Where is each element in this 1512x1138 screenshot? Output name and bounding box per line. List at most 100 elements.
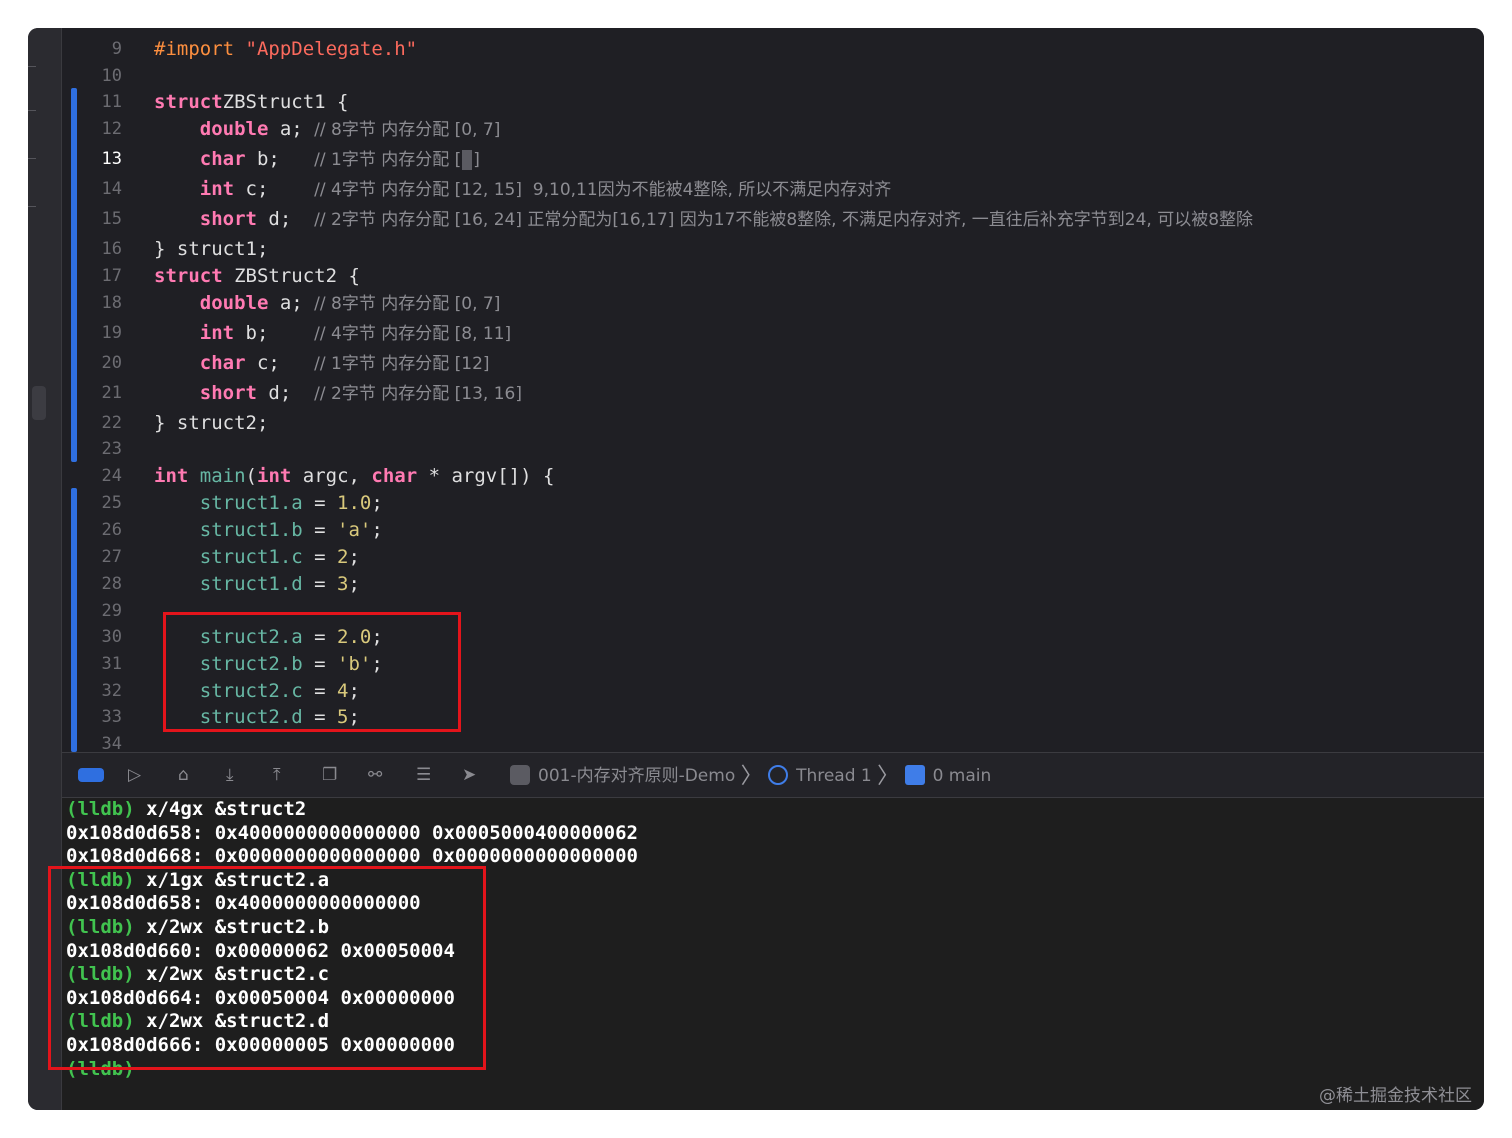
code-token: 3 [337,573,349,595]
thread-icon [768,765,789,785]
chevron-right-icon: 〉 [877,764,900,789]
code-token: * argv[]) { [417,465,555,487]
line-number: 16 [101,239,122,259]
code-token: short [199,208,257,230]
code-token: struct [154,91,223,113]
line-number: 15 [101,209,122,229]
console-text: 0x108d0d658: 0x4000000000000000 0x000500… [66,821,638,844]
step-over-icon[interactable]: ⌂ [178,765,189,785]
code-text: short d; // 2字节 内存分配 [16, 24] 正常分配为[16,1… [154,206,1253,234]
line-number: 12 [101,119,122,139]
line-number: 22 [101,413,122,433]
code-token: int [257,465,292,487]
code-token: ; [348,546,360,568]
code-text: short d; // 2字节 内存分配 [13, 16] [154,380,522,408]
environment-overrides-icon[interactable]: ☰ [416,765,431,785]
text-cursor [462,149,473,170]
console-line: 0x108d0d658: 0x4000000000000000 0x000500… [66,822,638,845]
code-token: // 8字节 内存分配 [0, 7] [314,120,501,140]
highlight-box-console [48,866,486,1070]
code-token: d; [256,382,315,404]
step-into-icon[interactable]: ⤓ [226,765,234,785]
code-token: 'a' [337,519,372,541]
code-token: char [371,465,418,487]
debug-toolbar: ▷ ⌂ ⤓ ⤒ ❐ ⚯ ☰ ➤ 001-内存对齐原则-Demo 〉 Thread… [62,752,1484,798]
navigator-scroll-knob[interactable] [32,386,46,420]
code-token: char [199,148,246,170]
code-token: struct [154,265,223,287]
code-token: b; [234,322,315,344]
code-token: struct1.c [199,546,303,568]
code-token: 1.0 [337,492,372,514]
line-number: 23 [101,439,122,459]
code-text: struct ZBStruct2 { [154,263,360,290]
watermark: @稀土掘金技术社区 [1319,1086,1472,1106]
line-number: 9 [111,39,122,59]
line-number: 17 [101,266,122,286]
code-token: ] [473,150,480,170]
line-number: 21 [101,383,122,403]
code-token: int [199,322,235,344]
line-number: 19 [101,323,122,343]
code-token: ZBStruct2 { [222,265,360,287]
code-token: d; [256,208,315,230]
code-token: // 2字节 内存分配 [16, 24] 正常分配为[16,17] 因为17不能… [314,210,1254,230]
code-text: structZBStruct1 { [154,89,348,116]
code-token: char [199,352,246,374]
code-token: struct1.d [199,573,303,595]
code-token: int [154,465,189,487]
code-token: // 4字节 内存分配 [8, 11] [314,324,512,344]
code-token: // 1字节 内存分配 [ [314,150,462,170]
code-token: = [302,546,338,568]
code-token: argc, [291,465,372,487]
breadcrumb: 001-内存对齐原则-Demo 〉 Thread 1 〉 0 main [510,764,991,789]
breakpoints-toggle-button[interactable] [78,768,104,782]
continue-icon[interactable]: ▷ [128,765,141,785]
code-token: b; [245,148,315,170]
code-text: double a; // 8字节 内存分配 [0, 7] [154,290,501,318]
view-hierarchy-icon[interactable]: ❐ [322,765,337,785]
code-token: = [302,573,338,595]
breadcrumb-scheme[interactable]: 001-内存对齐原则-Demo [510,765,735,786]
code-token: // 4字节 内存分配 [12, 15] 9,10,11因为不能被4整除, 所以… [314,180,892,200]
code-token: } struct2; [154,412,269,434]
step-out-icon[interactable]: ⤒ [273,765,281,785]
breadcrumb-frame[interactable]: 0 main [904,765,991,786]
code-token: 2 [337,546,349,568]
line-number: 13 [101,149,122,169]
code-token: a; [268,118,315,140]
code-token: ; [371,519,383,541]
line-number: 33 [101,707,122,727]
console-text: 0x108d0d668: 0x0000000000000000 0x000000… [66,845,638,868]
code-token: short [199,382,257,404]
code-editor[interactable]: 9 #import "AppDelegate.h" 10 11 structZBStru… [62,28,1484,754]
simulate-location-icon[interactable]: ➤ [462,765,476,785]
line-number: 11 [101,92,122,112]
code-token: ; [348,573,360,595]
code-token: = [302,519,338,541]
line-number: 32 [101,681,122,701]
breadcrumb-thread[interactable]: Thread 1 [768,765,872,786]
code-token: = [302,492,338,514]
code-token: // 8字节 内存分配 [0, 7] [314,294,501,314]
line-number: 27 [101,547,122,567]
line-number: 28 [101,574,122,594]
code-text: struct1.c = 2; [154,544,360,571]
console-text: x/4gx &struct2 [134,798,307,820]
code-text: struct1.a = 1.0; [154,490,383,517]
lldb-console[interactable]: (lldb) x/4gx &struct2 0x108d0d658: 0x4000… [48,798,1484,1110]
code-text: } struct1; [154,236,268,263]
memory-graph-icon[interactable]: ⚯ [368,765,382,785]
console-line: 0x108d0d668: 0x0000000000000000 0x000000… [66,845,638,868]
code-text: struct1.d = 3; [154,571,360,598]
code-token: #import [154,38,246,60]
code-token: c; [245,352,315,374]
